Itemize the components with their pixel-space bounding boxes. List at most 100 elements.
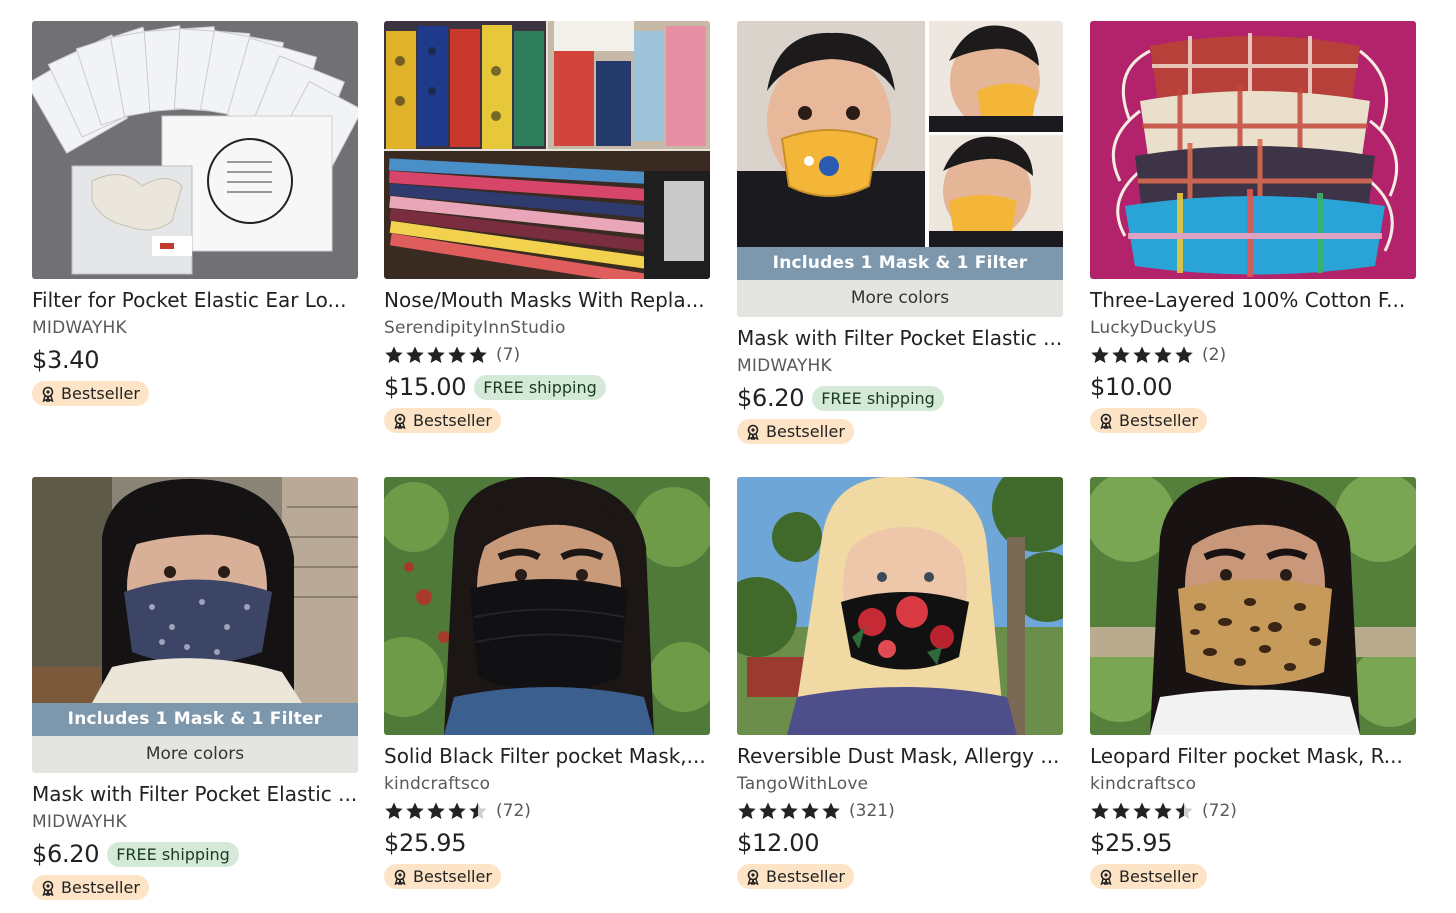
- stars: [384, 345, 489, 365]
- listing-title[interactable]: Three-Layered 100% Cotton F...: [1090, 287, 1416, 313]
- price-row: $6.20 FREE shipping: [32, 839, 358, 869]
- price-row: $15.00 FREE shipping: [384, 372, 710, 402]
- star-icon: [385, 346, 403, 363]
- listing-image[interactable]: [1090, 477, 1416, 735]
- star-icon: [1112, 802, 1130, 819]
- listing-title[interactable]: Mask with Filter Pocket Elastic ...: [737, 325, 1063, 351]
- woman-floral-mask-image: [32, 477, 358, 736]
- bundle-overlay: Includes 1 Mask & 1 Filter: [32, 703, 358, 736]
- listing-title[interactable]: Mask with Filter Pocket Elastic ...: [32, 781, 358, 807]
- review-count[interactable]: (321): [849, 801, 895, 821]
- star-icon: [1154, 346, 1172, 363]
- shop-name[interactable]: MIDWAYHK: [32, 811, 358, 833]
- star-icon: [448, 802, 466, 819]
- price-row: $25.95: [1090, 828, 1416, 858]
- award-ribbon-icon: [394, 413, 406, 429]
- price: $6.20: [32, 840, 100, 868]
- star-rating: (72): [384, 800, 710, 822]
- bestseller-badge: Bestseller: [384, 408, 501, 433]
- listing-card[interactable]: Filter for Pocket Elastic Ear Lo... MIDW…: [32, 21, 358, 407]
- star-icon: [1133, 802, 1151, 819]
- free-shipping-badge: FREE shipping: [812, 385, 944, 411]
- listing-title[interactable]: Nose/Mouth Masks With Repla...: [384, 287, 710, 313]
- shop-name[interactable]: LuckyDuckyUS: [1090, 317, 1416, 339]
- award-ribbon-icon: [1100, 413, 1112, 429]
- plaid-masks-image: [1090, 21, 1416, 279]
- listing-card[interactable]: Three-Layered 100% Cotton F... LuckyDuck…: [1090, 21, 1416, 434]
- award-ribbon-icon: [394, 869, 406, 885]
- price: $12.00: [737, 829, 820, 857]
- award-ribbon-icon: [747, 869, 759, 885]
- listing-title[interactable]: Solid Black Filter pocket Mask,...: [384, 743, 710, 769]
- listing-card[interactable]: Solid Black Filter pocket Mask,... kindc…: [384, 477, 710, 890]
- review-count[interactable]: (72): [496, 801, 531, 821]
- award-ribbon-icon: [42, 386, 54, 402]
- shop-name[interactable]: kindcraftsco: [1090, 773, 1416, 795]
- listing-title[interactable]: Leopard Filter pocket Mask, R...: [1090, 743, 1416, 769]
- review-count[interactable]: (7): [496, 345, 520, 365]
- listing-image[interactable]: Includes 1 Mask & 1 Filter: [737, 21, 1063, 280]
- price: $6.20: [737, 384, 805, 412]
- badge-label: Bestseller: [766, 422, 845, 441]
- free-shipping-badge: FREE shipping: [474, 374, 606, 400]
- badge-label: Bestseller: [1119, 411, 1198, 430]
- listing-image[interactable]: [384, 21, 710, 279]
- more-colors-link[interactable]: More colors: [737, 280, 1063, 317]
- stars: [1090, 801, 1195, 821]
- bestseller-badge: Bestseller: [737, 419, 854, 444]
- bestseller-badge: Bestseller: [1090, 864, 1207, 889]
- star-icon: [1112, 346, 1130, 363]
- price-row: $6.20 FREE shipping: [737, 383, 1063, 413]
- bundle-overlay: Includes 1 Mask & 1 Filter: [737, 247, 1063, 280]
- listing-image[interactable]: [32, 21, 358, 279]
- bestseller-badge: Bestseller: [1090, 408, 1207, 433]
- award-ribbon-icon: [747, 424, 759, 440]
- star-icon: [822, 802, 840, 819]
- star-icon: [759, 802, 777, 819]
- star-icon: [406, 802, 424, 819]
- woman-rose-mask-image: [737, 477, 1063, 735]
- listing-card[interactable]: Includes 1 Mask & 1 Filter More colors M…: [737, 21, 1063, 445]
- more-colors-link[interactable]: More colors: [32, 736, 358, 773]
- listing-image[interactable]: [1090, 21, 1416, 279]
- badge-label: Bestseller: [413, 867, 492, 886]
- listing-title[interactable]: Reversible Dust Mask, Allergy ...: [737, 743, 1063, 769]
- star-half-icon: [469, 802, 487, 819]
- star-half-icon: [1175, 802, 1193, 819]
- price: $25.95: [384, 829, 467, 857]
- listing-card[interactable]: Nose/Mouth Masks With Repla... Serendipi…: [384, 21, 710, 434]
- listing-card[interactable]: Includes 1 Mask & 1 Filter More colors M…: [32, 477, 358, 901]
- shop-name[interactable]: MIDWAYHK: [32, 317, 358, 339]
- listing-image[interactable]: [737, 477, 1063, 735]
- free-shipping-badge: FREE shipping: [107, 841, 239, 867]
- listing-image[interactable]: Includes 1 Mask & 1 Filter: [32, 477, 358, 736]
- award-ribbon-icon: [1100, 869, 1112, 885]
- listing-card[interactable]: Leopard Filter pocket Mask, R... kindcra…: [1090, 477, 1416, 890]
- badge-label: Bestseller: [1119, 867, 1198, 886]
- listing-image[interactable]: [384, 477, 710, 735]
- star-rating: (7): [384, 344, 710, 366]
- star-icon: [738, 802, 756, 819]
- star-icon: [1175, 346, 1193, 363]
- shop-name[interactable]: SerendipityInnStudio: [384, 317, 710, 339]
- fabric-masks-collage-image: [384, 21, 710, 279]
- star-icon: [801, 802, 819, 819]
- star-rating: (2): [1090, 344, 1416, 366]
- woman-leopard-mask-image: [1090, 477, 1416, 735]
- listing-card[interactable]: Reversible Dust Mask, Allergy ... TangoW…: [737, 477, 1063, 890]
- review-count[interactable]: (2): [1202, 345, 1226, 365]
- star-icon: [1091, 346, 1109, 363]
- shop-name[interactable]: kindcraftsco: [384, 773, 710, 795]
- star-icon: [1133, 346, 1151, 363]
- star-icon: [427, 802, 445, 819]
- shop-name[interactable]: TangoWithLove: [737, 773, 1063, 795]
- stars: [1090, 345, 1195, 365]
- price-row: $25.95: [384, 828, 710, 858]
- shop-name[interactable]: MIDWAYHK: [737, 355, 1063, 377]
- star-icon: [427, 346, 445, 363]
- listing-title[interactable]: Filter for Pocket Elastic Ear Lo...: [32, 287, 358, 313]
- star-rating: (321): [737, 800, 1063, 822]
- review-count[interactable]: (72): [1202, 801, 1237, 821]
- price-row: $12.00: [737, 828, 1063, 858]
- price-row: $10.00: [1090, 372, 1416, 402]
